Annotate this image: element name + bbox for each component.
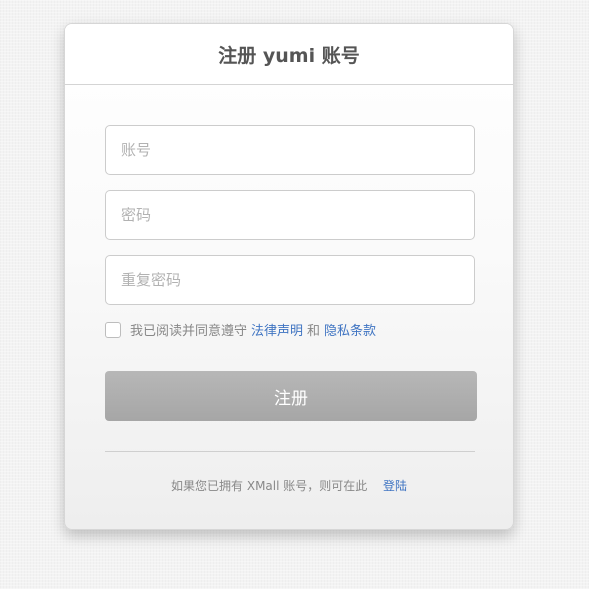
legal-statement-link[interactable]: 法律声明	[251, 320, 303, 339]
agreement-text: 我已阅读并同意遵守	[130, 324, 248, 339]
password-input[interactable]	[105, 190, 475, 240]
login-link[interactable]: 登陆	[383, 479, 407, 493]
agree-checkbox[interactable]	[105, 321, 121, 338]
register-button[interactable]: 注册	[105, 371, 477, 421]
agreement-row: 我已阅读并同意遵守 法律声明 和 隐私条款	[105, 320, 376, 339]
username-input[interactable]	[105, 125, 475, 175]
privacy-terms-link[interactable]: 隐私条款	[324, 320, 376, 339]
card-header: 注册 yumi 账号	[65, 24, 513, 85]
page-title: 注册 yumi 账号	[218, 45, 360, 67]
login-prompt-text: 如果您已拥有 XMall 账号，则可在此	[171, 479, 368, 493]
login-prompt: 如果您已拥有 XMall 账号，则可在此 登陆	[65, 477, 513, 494]
register-card: 注册 yumi 账号 我已阅读并同意遵守 法律声明 和 隐私条款 注册 如果您已…	[64, 23, 514, 530]
agreement-and-text: 和	[307, 324, 321, 339]
repeat-password-input[interactable]	[105, 255, 475, 305]
divider	[105, 451, 475, 452]
